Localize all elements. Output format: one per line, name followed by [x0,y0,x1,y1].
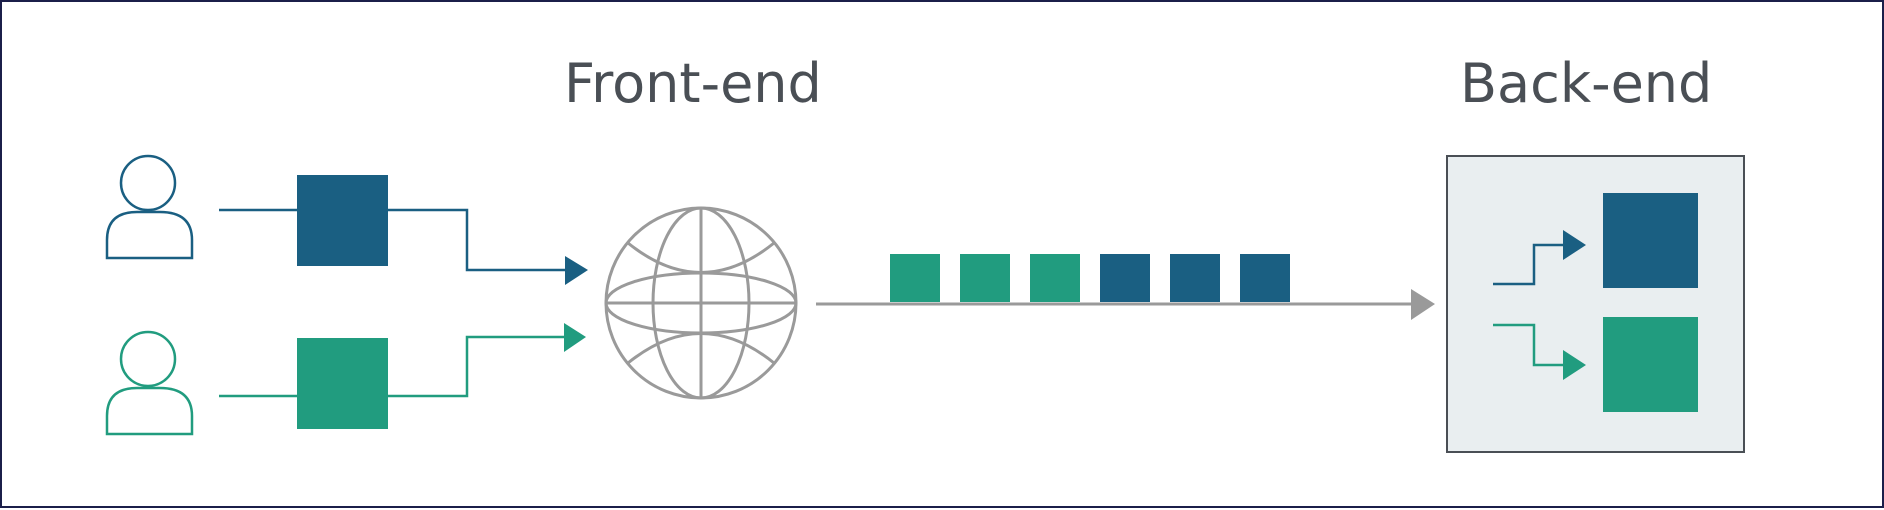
queue-packet-blue [1170,254,1220,302]
queue-packet-green [1030,254,1080,302]
user-icon-bottom [105,330,194,436]
request-packet-bottom [297,338,388,429]
architecture-diagram: Front-end Back-end [105,52,1745,453]
arrowhead-bottom [564,323,586,352]
queue-packet-green [960,254,1010,302]
front-end-heading: Front-end [564,52,822,115]
back-end-server [1446,155,1745,453]
request-path-top [219,175,588,285]
processed-packet-green [1603,317,1698,412]
diagram-frame: Front-end Back-end [0,0,1884,508]
globe-icon [604,206,798,400]
queue-packet-blue [1100,254,1150,302]
pipeline-arrowhead [1411,289,1435,320]
request-queue [890,254,1290,302]
request-packet-top [297,175,388,266]
processed-packet-blue [1603,193,1698,288]
queue-packet-blue [1240,254,1290,302]
back-end-box [1446,155,1745,453]
user-icon-top [105,154,194,260]
back-end-heading: Back-end [1460,52,1712,115]
arrowhead-top [565,256,588,285]
request-path-bottom [219,323,586,429]
queue-packet-green [890,254,940,302]
